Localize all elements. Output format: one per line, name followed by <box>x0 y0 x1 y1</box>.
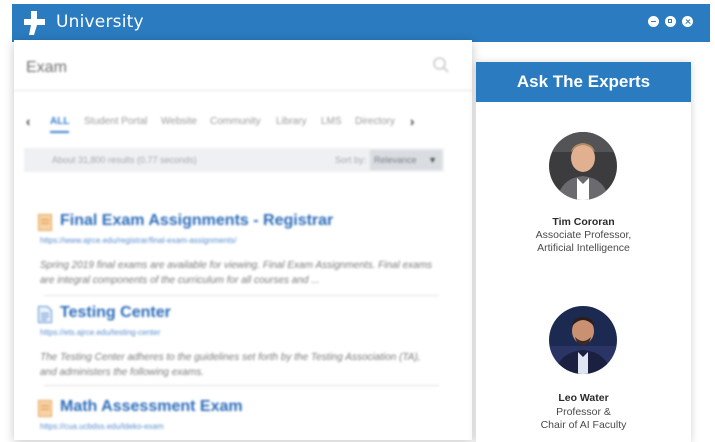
sort-label: Sort by: <box>334 155 366 165</box>
maximize-icon <box>668 19 672 23</box>
window-controls <box>648 16 693 27</box>
minimize-button[interactable] <box>648 16 659 27</box>
result-title-link[interactable]: Testing Center <box>60 304 171 322</box>
tab-community[interactable]: Community <box>210 116 261 127</box>
result-title-link[interactable]: Math Assessment Exam <box>60 398 243 416</box>
category-tabs: ‹ ALL Student Portal Website Community L… <box>24 114 444 134</box>
result-url[interactable]: https://cua.ucbdss.edu/ldeko-exam <box>40 422 164 431</box>
search-icon[interactable] <box>432 56 450 74</box>
expert-name: Tim Cororan <box>552 216 615 228</box>
experts-panel: Ask The Experts Tim Cororan Associate Pr… <box>476 62 691 442</box>
sort-dropdown[interactable]: Relevance ▼ <box>370 150 442 170</box>
result-divider <box>44 385 439 386</box>
experts-heading: Ask The Experts <box>476 62 691 102</box>
result-url[interactable]: https://ets.ajrce.edu/testing-center <box>40 328 161 337</box>
chevron-down-icon: ▼ <box>428 155 437 165</box>
result-url[interactable]: https://www.ajrce.edu/registrar/final-ex… <box>40 236 237 245</box>
person-avatar-icon <box>549 132 617 200</box>
minimize-icon <box>651 21 656 23</box>
folder-icon <box>38 400 52 417</box>
maximize-button[interactable] <box>665 16 676 27</box>
app-title-bar: University <box>12 4 710 42</box>
folder-icon <box>38 214 52 231</box>
result-title-link[interactable]: Final Exam Assignments - Registrar <box>60 212 333 230</box>
tab-directory[interactable]: Directory <box>355 116 395 127</box>
person-avatar-icon <box>549 306 617 374</box>
avatar <box>549 132 617 200</box>
tab-all[interactable]: ALL <box>50 116 70 133</box>
result-snippet: The Testing Center adheres to the guidel… <box>40 352 421 378</box>
expert-name: Leo Water <box>558 392 609 404</box>
document-icon <box>38 306 52 323</box>
search-bar <box>14 40 472 91</box>
university-logo-icon <box>24 11 45 35</box>
close-button[interactable] <box>682 16 693 27</box>
expert-role: Professor & <box>556 406 611 418</box>
search-input[interactable] <box>24 58 388 78</box>
tab-library[interactable]: Library <box>276 116 307 127</box>
expert-role: Associate Professor, <box>535 229 632 241</box>
search-panel-content: ‹ ALL Student Portal Website Community L… <box>14 40 472 440</box>
tabs-next-arrow-icon[interactable]: › <box>410 114 414 129</box>
search-panel: ‹ ALL Student Portal Website Community L… <box>14 40 472 440</box>
result-snippet: Spring 2019 final exams are available fo… <box>40 260 433 286</box>
tab-website[interactable]: Website <box>161 116 197 127</box>
result-divider <box>44 295 439 296</box>
sort-value: Relevance <box>374 155 417 165</box>
expert-role: Artificial Intelligence <box>537 242 630 254</box>
app-title: University <box>56 12 144 32</box>
expert-role: Chair of AI Faculty <box>540 419 627 431</box>
results-count: About 31,800 results (0.77 seconds) <box>52 155 197 165</box>
tab-student-portal[interactable]: Student Portal <box>84 116 147 127</box>
tabs-prev-arrow-icon[interactable]: ‹ <box>26 114 30 129</box>
tab-lms[interactable]: LMS <box>321 116 342 127</box>
avatar <box>549 306 617 374</box>
results-summary-bar: About 31,800 results (0.77 seconds) Sort… <box>24 148 444 172</box>
